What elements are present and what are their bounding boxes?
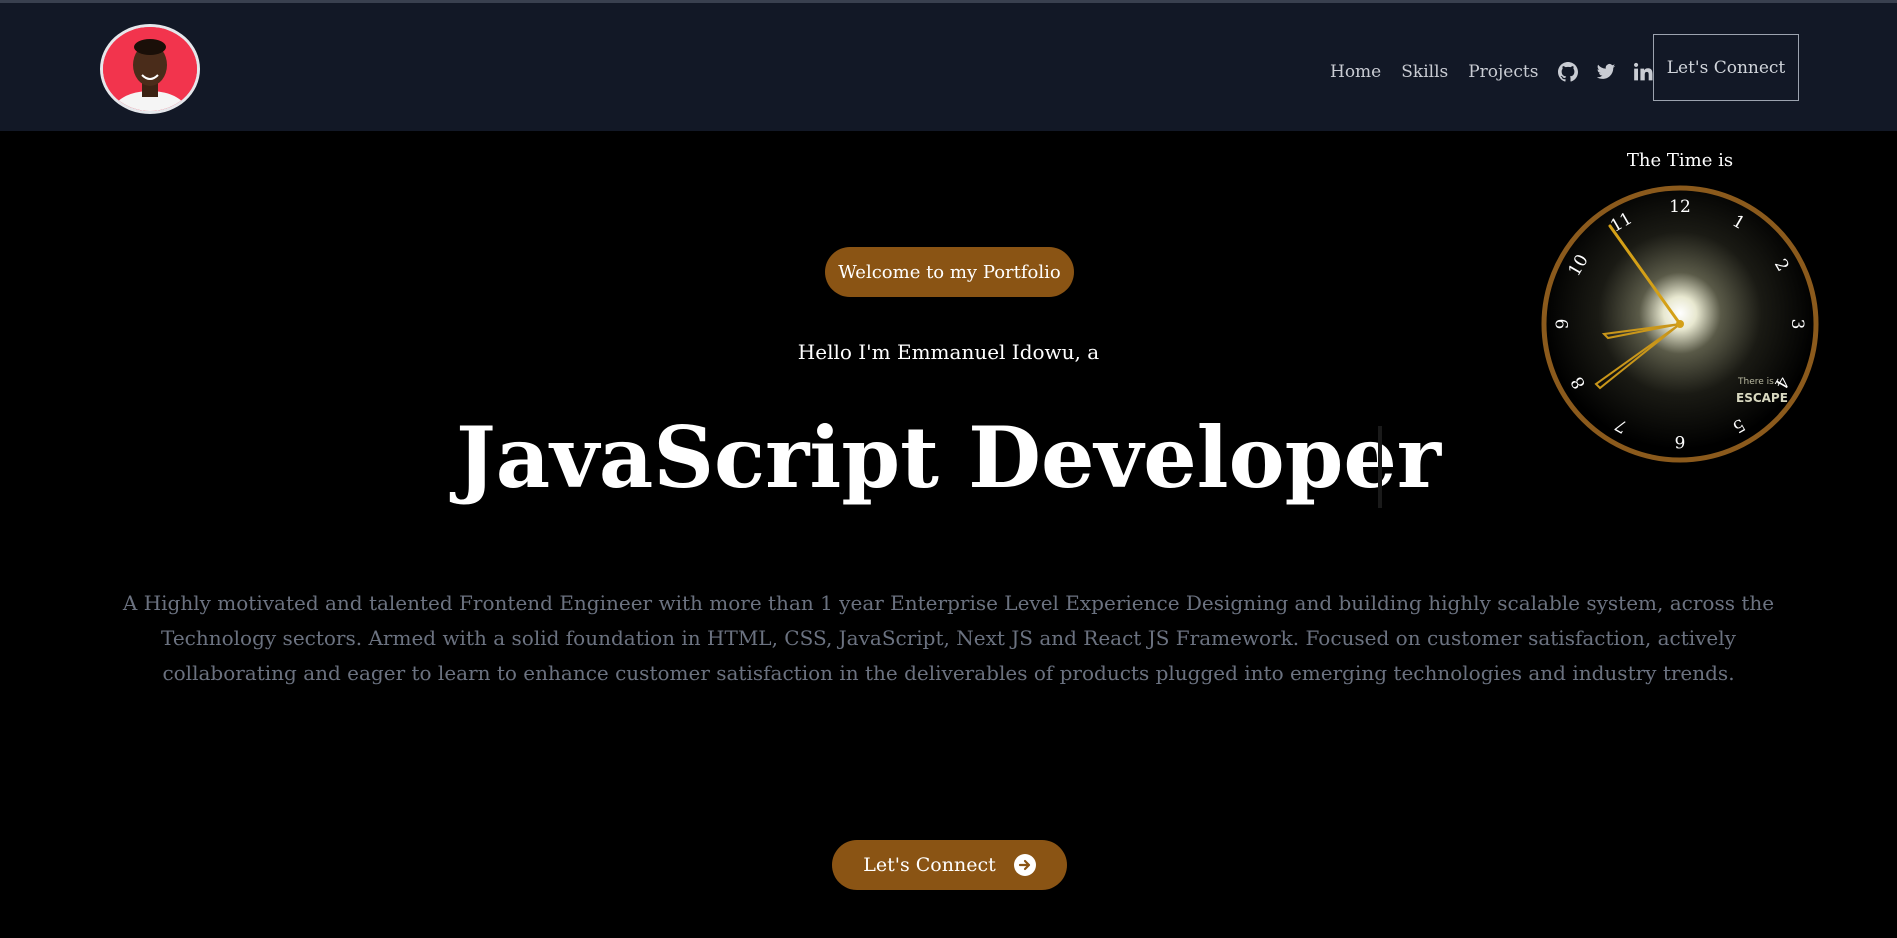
typing-caret bbox=[1378, 426, 1382, 508]
connect-button-header[interactable]: Let's Connect bbox=[1653, 34, 1799, 101]
linkedin-icon[interactable] bbox=[1634, 62, 1654, 82]
avatar[interactable] bbox=[100, 24, 200, 114]
hero-description: A Highly motivated and talented Frontend… bbox=[122, 591, 1775, 685]
clock-number-9: 9 bbox=[1553, 319, 1573, 330]
connect-button-hero[interactable]: Let's Connect bbox=[832, 840, 1067, 890]
nav-projects-link[interactable]: Projects bbox=[1468, 62, 1538, 82]
main-nav: Home Skills Projects bbox=[1330, 39, 1672, 105]
github-icon[interactable] bbox=[1558, 62, 1579, 82]
hero-title: JavaScript Developer bbox=[455, 408, 1442, 507]
clock-center bbox=[1676, 320, 1684, 328]
site-header: Home Skills Projects Let's Connect bbox=[0, 3, 1897, 131]
clock-title: The Time is bbox=[1626, 150, 1734, 171]
hello-text: Hello I'm Emmanuel Idowu, a bbox=[797, 340, 1100, 364]
clock-number-12: 12 bbox=[1669, 197, 1691, 217]
connect-button-label: Let's Connect bbox=[863, 854, 996, 876]
nav-skills-link[interactable]: Skills bbox=[1401, 62, 1448, 82]
clock-face-text-2: ESCAPE bbox=[1736, 391, 1788, 405]
twitter-icon[interactable] bbox=[1596, 62, 1616, 82]
clock-number-3: 3 bbox=[1787, 319, 1807, 330]
nav-home-link[interactable]: Home bbox=[1330, 62, 1381, 82]
welcome-badge: Welcome to my Portfolio bbox=[825, 247, 1074, 297]
arrow-right-icon bbox=[1013, 854, 1036, 876]
